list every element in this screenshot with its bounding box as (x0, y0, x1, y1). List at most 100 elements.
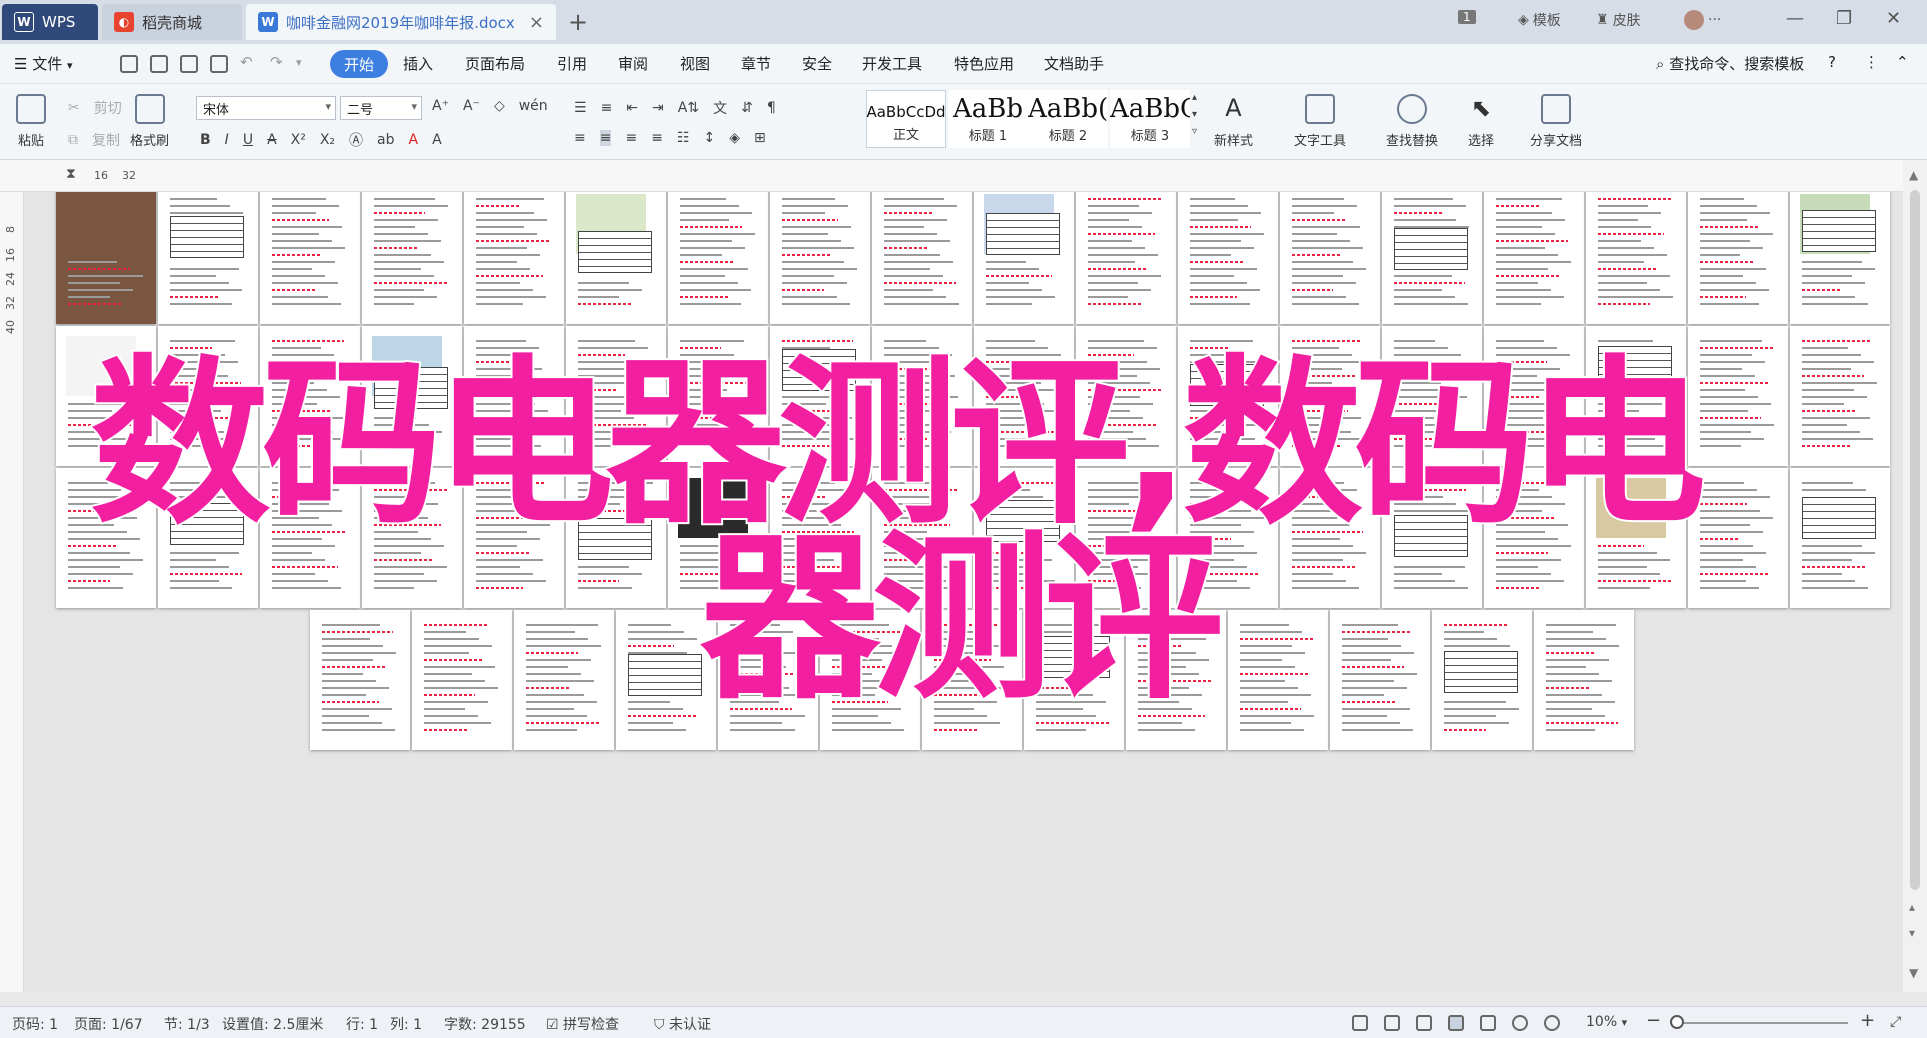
tab-wps-home[interactable]: W WPS (2, 4, 98, 40)
page-thumbnail[interactable] (1586, 192, 1686, 324)
style-heading-3[interactable]: AaBbC 标题 3 (1110, 90, 1190, 148)
menu-tab-insert[interactable]: 插入 (403, 53, 433, 74)
fullscreen-icon[interactable] (1352, 1015, 1368, 1031)
text-direction-icon[interactable]: A⇅ (678, 100, 699, 116)
scroll-up-icon[interactable]: ▲ (1909, 168, 1918, 182)
page-thumbnail[interactable] (1790, 192, 1890, 324)
style-heading-1[interactable]: AaBb 标题 1 (948, 90, 1028, 148)
page-thumbnail[interactable] (1534, 610, 1634, 750)
align-left-icon[interactable]: ≡ (574, 130, 586, 146)
menu-tab-references[interactable]: 引用 (557, 53, 587, 74)
clear-format-icon[interactable]: ◇ (494, 98, 505, 114)
superscript-icon[interactable]: X² (291, 132, 306, 148)
page-thumbnail[interactable] (412, 610, 512, 750)
sort-icon[interactable]: ⇵ (741, 100, 753, 116)
menu-tab-page-layout[interactable]: 页面布局 (465, 53, 525, 74)
next-page-icon[interactable]: ▾ (1909, 926, 1915, 940)
help-icon[interactable]: ? (1828, 53, 1836, 71)
zoom-out-icon[interactable]: − (1646, 1010, 1661, 1031)
paste-button[interactable]: 粘贴 (16, 94, 46, 149)
scroll-thumb[interactable] (1910, 190, 1920, 890)
font-color-icon[interactable]: A (409, 132, 419, 148)
align-right-icon[interactable]: ≡ (625, 130, 637, 146)
show-marks-icon[interactable]: ¶ (767, 100, 776, 116)
menu-tab-start[interactable]: 开始 (330, 50, 388, 78)
grow-font-icon[interactable]: A⁺ (432, 98, 449, 114)
page-thumbnail[interactable] (362, 192, 462, 324)
page-thumbnail[interactable] (668, 192, 768, 324)
page-thumbnail[interactable] (1178, 192, 1278, 324)
page-thumbnail[interactable] (1382, 192, 1482, 324)
page-thumbnail[interactable] (872, 192, 972, 324)
text-tools-button[interactable]: 文字工具 (1294, 94, 1346, 149)
user-avatar[interactable]: ··· (1684, 10, 1721, 30)
undo-icon[interactable]: ↶ (240, 53, 253, 71)
web-view-icon[interactable] (1512, 1015, 1528, 1031)
page-thumbnail[interactable] (770, 192, 870, 324)
redo-icon[interactable]: ↷ (270, 53, 283, 71)
shrink-font-icon[interactable]: A⁻ (463, 98, 480, 114)
template-button[interactable]: ◈ 模板 (1518, 10, 1561, 30)
zoom-slider-track[interactable] (1678, 1022, 1848, 1024)
scroll-down-icon[interactable]: ▼ (1909, 966, 1918, 980)
edit-mode-icon[interactable] (1416, 1015, 1432, 1031)
close-window-icon[interactable]: ✕ (1886, 8, 1901, 29)
select-button[interactable]: ⬉ 选择 (1466, 94, 1496, 149)
menu-tab-chapter[interactable]: 章节 (741, 53, 771, 74)
underline-icon[interactable]: U (243, 132, 253, 148)
cut-button[interactable]: ✂ 剪切 (68, 98, 122, 118)
page-thumbnail[interactable] (1688, 192, 1788, 324)
more-options-icon[interactable]: ⋮ (1864, 53, 1879, 71)
bullet-list-icon[interactable]: ☰ (574, 100, 587, 116)
page-view-icon[interactable] (1448, 1015, 1464, 1031)
page-thumbnail[interactable] (1330, 610, 1430, 750)
borders-icon[interactable]: ⊞ (754, 130, 766, 146)
print-preview-icon[interactable] (210, 55, 228, 73)
certify-button[interactable]: ⛉ 未认证 (654, 1014, 711, 1034)
page-thumbnail[interactable] (1432, 610, 1532, 750)
page-thumbnail[interactable] (464, 192, 564, 324)
page-thumbnail[interactable] (1484, 192, 1584, 324)
tab-document[interactable]: W 咖啡金融网2019年咖啡年报.docx × (246, 4, 556, 40)
format-painter-button[interactable]: 格式刷 (130, 94, 169, 149)
new-tab-button[interactable]: + (568, 8, 588, 36)
zoom-level-select[interactable]: 10% ▾ (1586, 1014, 1627, 1030)
line-spacing-icon[interactable]: ↕ (704, 130, 716, 146)
minimize-icon[interactable]: — (1786, 8, 1804, 29)
menu-tab-review[interactable]: 审阅 (618, 53, 648, 74)
vertical-ruler[interactable]: 8 16 24 32 40 (0, 192, 24, 992)
menu-tab-view[interactable]: 视图 (680, 53, 710, 74)
skin-button[interactable]: ♜ 皮肤 (1596, 10, 1641, 30)
print-icon[interactable] (180, 55, 198, 73)
zoom-in-icon[interactable]: + (1860, 1010, 1875, 1031)
collapse-ribbon-icon[interactable]: ⌃ (1896, 53, 1909, 71)
find-replace-button[interactable]: 查找替换 (1386, 94, 1438, 149)
page-thumbnail[interactable] (158, 192, 258, 324)
menu-tab-security[interactable]: 安全 (802, 53, 832, 74)
page-thumbnail[interactable] (1076, 192, 1176, 324)
highlight-icon[interactable]: ab (377, 132, 394, 148)
phonetic-icon[interactable]: wén (519, 98, 548, 114)
save-icon[interactable] (120, 55, 138, 73)
page-thumbnail[interactable] (260, 192, 360, 324)
page-thumbnail[interactable] (566, 192, 666, 324)
font-name-select[interactable]: 宋体 (196, 96, 336, 120)
status-page[interactable]: 页面: 1/67 (74, 1014, 143, 1034)
zoom-slider-knob[interactable] (1670, 1015, 1684, 1029)
italic-icon[interactable]: I (225, 132, 229, 148)
align-center-icon[interactable]: ≡ (599, 130, 612, 146)
share-doc-button[interactable]: 分享文档 (1530, 94, 1582, 149)
decrease-indent-icon[interactable]: ⇤ (626, 100, 638, 116)
justify-icon[interactable]: ≡ (651, 130, 663, 146)
vertical-scrollbar[interactable]: ▲ ▴ ▾ ▼ (1903, 160, 1927, 992)
page-thumbnail[interactable] (310, 610, 410, 750)
subscript-icon[interactable]: X₂ (320, 132, 335, 148)
char-shading-icon[interactable]: A (432, 132, 442, 148)
menu-tab-doc-assistant[interactable]: 文档助手 (1044, 53, 1104, 74)
new-style-button[interactable]: A 新样式 (1214, 94, 1253, 149)
page-thumbnail[interactable] (514, 610, 614, 750)
horizontal-ruler[interactable]: ⧗ 16 32 (0, 160, 1927, 192)
strikethrough-icon[interactable]: A (267, 132, 277, 148)
increase-indent-icon[interactable]: ⇥ (652, 100, 664, 116)
page-thumbnail[interactable] (1280, 192, 1380, 324)
